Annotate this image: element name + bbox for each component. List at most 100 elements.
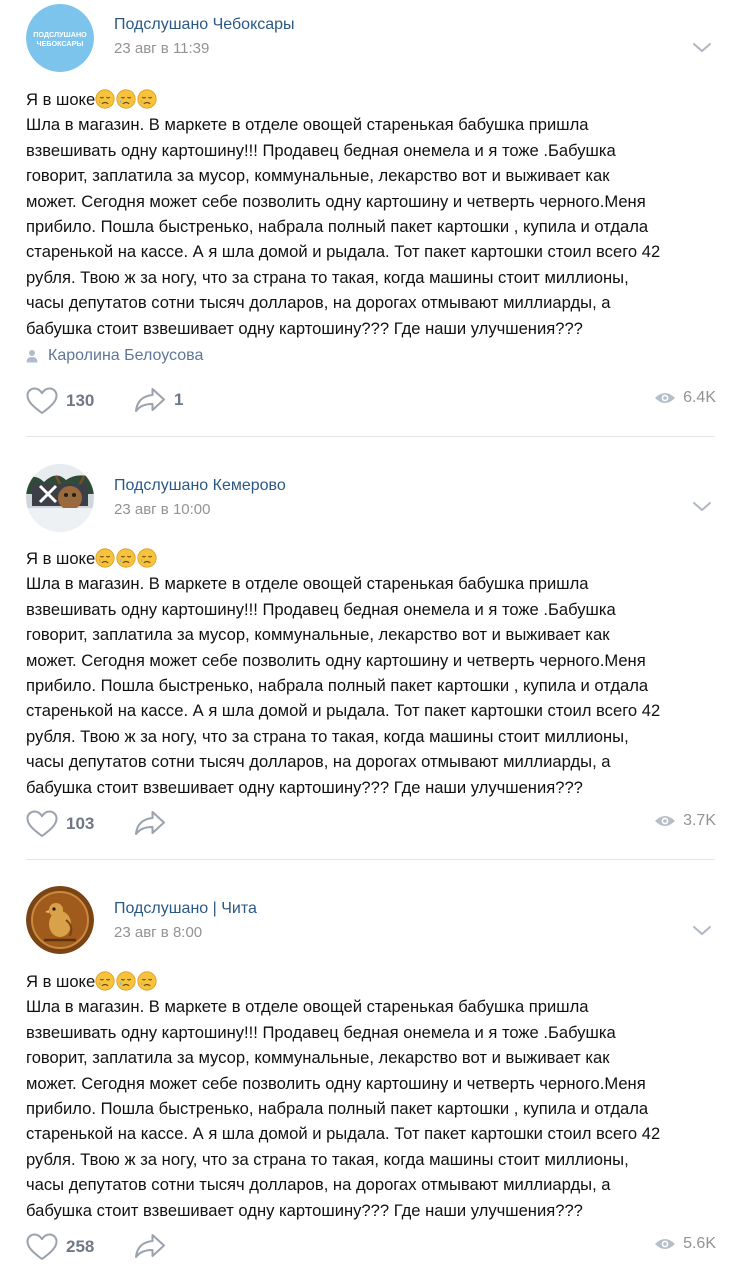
person-icon xyxy=(26,350,38,363)
text-line: Я в шоке xyxy=(26,90,96,109)
text-line: может. Сегодня может себе позволить одну… xyxy=(26,191,646,211)
signer-name[interactable]: Каролина Белоусова xyxy=(48,347,203,365)
author-name[interactable]: Подслушано | Чита xyxy=(114,900,257,918)
post-text-line: бабушка стоит взвешивает одну картошину?… xyxy=(26,316,716,341)
text-line: говорит, заплатила за мусор, коммунальны… xyxy=(26,625,610,645)
eye-icon xyxy=(655,393,676,403)
like-button[interactable]: 130 xyxy=(26,387,94,415)
eye-icon xyxy=(655,1239,676,1249)
avatar[interactable]: ПОДСЛУШАНО ЧЕБОКСАРЫ xyxy=(26,4,94,72)
post-text-line: говорит, заплатила за мусор, коммунальны… xyxy=(26,1045,716,1070)
post-text: Я в шоке Шла в магазин. В маркете в отдел… xyxy=(26,546,716,800)
post-text-line: может. Сегодня может себе позволить одну… xyxy=(26,1071,716,1096)
post-text-line: Шла в магазин. В маркете в отделе овощей… xyxy=(26,571,716,596)
text-line: старенькой на кассе. А я шла домой и рыд… xyxy=(26,1124,661,1144)
text-line: взвешивать одну картошину!!! Продавец бе… xyxy=(26,140,616,160)
text-line: взвешивать одну картошину!!! Продавец бе… xyxy=(26,1022,616,1042)
share-button[interactable]: 1 xyxy=(134,387,183,413)
post-date[interactable]: 23 авг в 10:00 xyxy=(114,501,210,518)
share-arrow-icon xyxy=(135,388,165,412)
avatar[interactable] xyxy=(26,464,94,532)
post-text-line: бабушка стоит взвешивает одну картошину?… xyxy=(26,1198,716,1223)
text-line: часы депутатов сотни тысяч долларов, на … xyxy=(26,752,611,772)
avatar[interactable] xyxy=(26,886,94,954)
text-line: прибило. Пошла быстренько, набрала полны… xyxy=(26,217,649,237)
post-actions: 103 3.7K xyxy=(26,810,716,840)
post-signer[interactable]: Каролина Белоусова xyxy=(26,347,203,365)
sad-face-emoji xyxy=(95,548,115,568)
post-text-line: старенькой на кассе. А я шла домой и рыд… xyxy=(26,1121,716,1146)
views-counter: 6.4K xyxy=(654,389,716,407)
like-button[interactable]: 103 xyxy=(26,810,94,838)
heart-icon xyxy=(26,1233,58,1260)
text-line: рубля. Твою ж за ногу, что за страна то … xyxy=(26,1149,629,1169)
post-actions: 130 1 6.4K xyxy=(26,387,716,417)
post-text-line: может. Сегодня может себе позволить одну… xyxy=(26,189,716,214)
post-text-line: говорит, заплатила за мусор, коммунальны… xyxy=(26,163,716,188)
sad-face-emoji xyxy=(95,89,115,109)
post-text-line: старенькой на кассе. А я шла домой и рыд… xyxy=(26,239,716,264)
post-headline: Я в шоке xyxy=(26,546,716,571)
post-text-line: часы депутатов сотни тысяч долларов, на … xyxy=(26,1172,716,1197)
text-line: рубля. Твою ж за ногу, что за страна то … xyxy=(26,267,629,287)
post-date[interactable]: 23 авг в 11:39 xyxy=(114,40,209,57)
like-count: 103 xyxy=(66,814,95,833)
views-count: 6.4K xyxy=(683,389,716,406)
text-line: может. Сегодня может себе позволить одну… xyxy=(26,650,646,670)
share-arrow-icon xyxy=(135,811,165,835)
post-text-line: старенькой на кассе. А я шла домой и рыд… xyxy=(26,698,716,723)
text-line: бабушка стоит взвешивает одну картошину?… xyxy=(26,1200,583,1220)
sad-face-emoji xyxy=(116,548,136,568)
share-button[interactable] xyxy=(134,810,166,836)
sad-face-emoji xyxy=(137,89,157,109)
text-line: Шла в магазин. В маркете в отделе овощей… xyxy=(26,574,589,594)
post-text-line: часы депутатов сотни тысяч долларов, на … xyxy=(26,749,716,774)
post-actions: 258 5.6K xyxy=(26,1233,716,1263)
text-line: Шла в магазин. В маркете в отделе овощей… xyxy=(26,997,589,1017)
text-line: часы депутатов сотни тысяч долларов, на … xyxy=(26,293,611,313)
text-line: говорит, заплатила за мусор, коммунальны… xyxy=(26,166,610,186)
heart-icon xyxy=(26,810,58,837)
post-date[interactable]: 23 авг в 8:00 xyxy=(114,924,202,941)
text-line: рубля. Твою ж за ногу, что за страна то … xyxy=(26,726,629,746)
post-text-line: прибило. Пошла быстренько, набрала полны… xyxy=(26,214,716,239)
text-line: говорит, заплатила за мусор, коммунальны… xyxy=(26,1048,610,1068)
post-headline: Я в шоке xyxy=(26,969,716,994)
post-text-line: взвешивать одну картошину!!! Продавец бе… xyxy=(26,597,716,622)
post-headline: Я в шоке xyxy=(26,87,716,112)
views-count: 3.7K xyxy=(683,812,716,829)
chevron-down-icon[interactable] xyxy=(692,42,712,54)
post-text: Я в шоке Шла в магазин. В маркете в отдел… xyxy=(26,87,716,341)
author-name[interactable]: Подслушано Чебоксары xyxy=(114,16,295,34)
post-text-line: прибило. Пошла быстренько, набрала полны… xyxy=(26,1096,716,1121)
svg-text:ПОДСЛУШАНО: ПОДСЛУШАНО xyxy=(33,30,87,39)
author-name[interactable]: Подслушано Кемерово xyxy=(114,477,286,495)
share-count: 1 xyxy=(174,390,184,409)
text-line: старенькой на кассе. А я шла домой и рыд… xyxy=(26,242,661,262)
post-text-line: может. Сегодня может себе позволить одну… xyxy=(26,648,716,673)
post-text-line: прибило. Пошла быстренько, набрала полны… xyxy=(26,673,716,698)
sad-face-emoji xyxy=(137,971,157,991)
post-text: Я в шоке Шла в магазин. В маркете в отдел… xyxy=(26,969,716,1223)
svg-text:ЧЕБОКСАРЫ: ЧЕБОКСАРЫ xyxy=(37,39,84,48)
text-line: Я в шоке xyxy=(26,972,96,991)
text-line: бабушка стоит взвешивает одну картошину?… xyxy=(26,318,583,338)
eye-icon xyxy=(655,816,676,826)
share-arrow-icon xyxy=(135,1234,165,1258)
post-text-line: рубля. Твою ж за ногу, что за страна то … xyxy=(26,1147,716,1172)
heart-icon xyxy=(26,387,58,414)
post-text-line: Шла в магазин. В маркете в отделе овощей… xyxy=(26,112,716,137)
chevron-down-icon[interactable] xyxy=(692,925,712,937)
text-line: Я в шоке xyxy=(26,549,96,568)
like-count: 130 xyxy=(66,391,95,410)
text-line: взвешивать одну картошину!!! Продавец бе… xyxy=(26,599,616,619)
sad-face-emoji xyxy=(137,548,157,568)
share-button[interactable] xyxy=(134,1233,166,1259)
like-button[interactable]: 258 xyxy=(26,1233,94,1261)
like-count: 258 xyxy=(66,1237,95,1256)
views-counter: 3.7K xyxy=(654,812,716,830)
post-text-line: взвешивать одну картошину!!! Продавец бе… xyxy=(26,1020,716,1045)
post-text-line: рубля. Твою ж за ногу, что за страна то … xyxy=(26,265,716,290)
chevron-down-icon[interactable] xyxy=(692,501,712,513)
sad-face-emoji xyxy=(116,89,136,109)
